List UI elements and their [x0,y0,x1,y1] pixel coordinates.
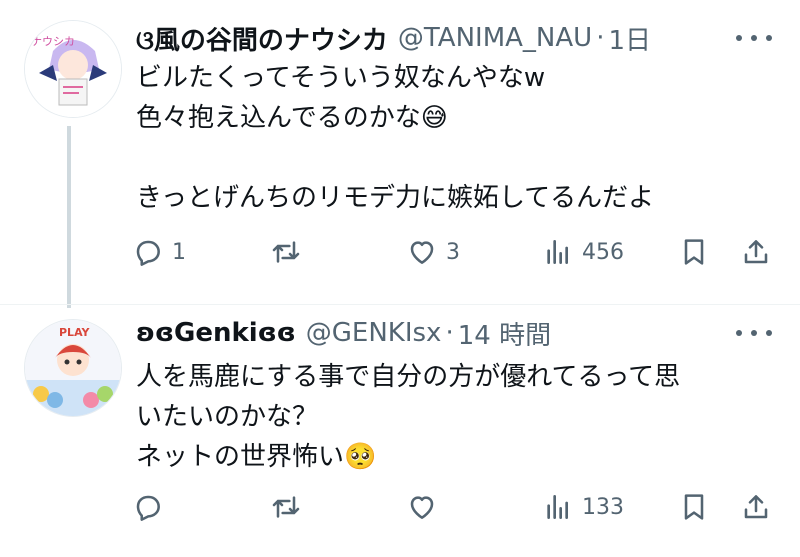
avatar[interactable]: ナウシカ [24,20,122,118]
share-icon [744,240,768,264]
like-icon [410,496,434,519]
timestamp[interactable]: 14 時間 [458,315,551,352]
share-icon [744,495,768,519]
avatar[interactable]: PLAY [24,319,122,417]
thread-line [67,126,71,308]
action-bar: 1 3 456 [0,232,800,272]
like-count: 3 [446,239,460,265]
handle[interactable]: @GENKIsx [306,318,442,348]
reply-count: 1 [172,239,186,265]
tweet-text: ビルたくってそういう奴なんやなw 色々抱え込んでるのかな😅 きっとげんちのリモデ… [136,63,655,213]
reply-icon [136,495,160,521]
bookmark-button[interactable] [678,232,710,272]
reply-button[interactable]: 1 [132,232,186,272]
retweet-button[interactable] [270,232,310,272]
retweet-icon [272,496,300,518]
avatar-caption: PLAY [59,326,91,339]
retweet-button[interactable] [270,487,310,527]
tweet-header: ʚɞGenkiɞɞ @GENKIsx · 14 時間 [136,315,551,351]
reply-icon [136,240,160,266]
tweet-text: 人を馬鹿にする事で自分の方が優れてるって思 いたいのかな？ ネットの世界怖い🥺 [136,362,681,472]
bookmark-icon [684,494,704,520]
views-count: 456 [582,239,624,265]
views-count: 133 [582,494,624,520]
tweet-header: ଓ風の谷間のナウシカ @TANIMA_NAU · 1日 [136,20,651,56]
display-name[interactable]: ଓ風の谷間のナウシカ [136,20,388,57]
timestamp[interactable]: 1日 [608,20,651,57]
more-icon[interactable] [736,28,772,48]
like-button[interactable]: 3 [406,232,460,272]
views-icon [547,240,568,264]
views-button[interactable]: 456 [542,232,624,272]
bookmark-icon [684,239,704,265]
separator-dot: · [596,23,605,53]
bookmark-button[interactable] [678,487,710,527]
views-button[interactable]: 133 [542,487,624,527]
more-icon[interactable] [736,323,772,343]
action-bar: 133 [0,487,800,527]
share-button[interactable] [740,487,772,527]
like-icon [410,241,434,264]
share-button[interactable] [740,232,772,272]
separator-dot: · [445,318,454,348]
reply-button[interactable] [132,487,172,527]
tweet[interactable]: ナウシカ ଓ風の谷間のナウシカ @TANIMA_NAU · 1日 ビルたくってそ… [0,0,800,308]
tweet[interactable]: PLAY ʚɞGenkiɞɞ @GENKIsx · 14 時間 人を馬鹿にする事… [0,305,800,557]
avatar-caption: ナウシカ [31,35,75,48]
like-button[interactable] [406,487,446,527]
retweet-icon [272,241,300,263]
views-icon [547,495,568,519]
display-name[interactable]: ʚɞGenkiɞɞ [136,318,296,348]
handle[interactable]: @TANIMA_NAU [398,23,592,53]
